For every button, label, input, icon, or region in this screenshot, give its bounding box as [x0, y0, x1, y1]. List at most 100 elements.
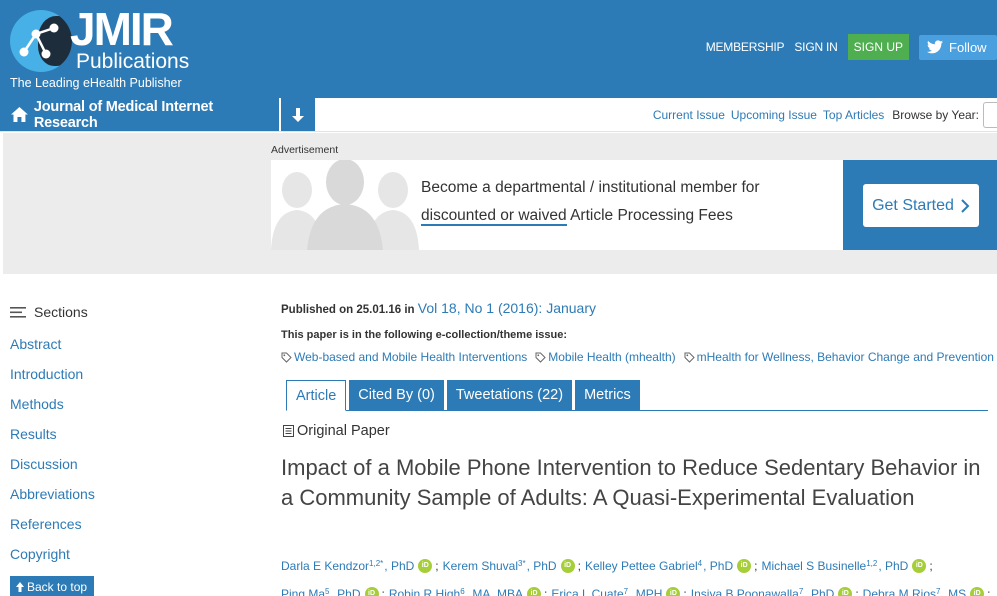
chevron-right-icon	[961, 198, 970, 213]
author-name[interactable]: Erica L Cuate	[551, 587, 623, 596]
tag-icon	[281, 352, 292, 363]
orcid-icon[interactable]: iD	[560, 559, 575, 573]
tab-cited-by[interactable]: Cited By (0)	[349, 380, 444, 410]
journal-bar: Journal of Medical Internet Research Cur…	[0, 98, 997, 132]
collection-tag[interactable]: mHealth for Wellness, Behavior Change an…	[684, 350, 994, 364]
author-affiliation-number[interactable]: 7	[624, 587, 628, 596]
tab-metrics[interactable]: Metrics	[575, 380, 640, 410]
author-name[interactable]: Michael S Businelle	[761, 559, 866, 573]
article-type-label: Original Paper	[297, 423, 390, 439]
author-entry[interactable]: Kelley Pettee Gabriel 4, PhD iD;	[585, 559, 762, 573]
orcid-icon[interactable]: iD	[364, 587, 379, 596]
year-select[interactable]	[983, 101, 997, 128]
logo-subtitle: Publications	[76, 50, 190, 73]
section-link-methods[interactable]: Methods	[10, 396, 64, 412]
author-affiliation-number[interactable]: 7	[799, 587, 803, 596]
author-name[interactable]: Kerem Shuval	[443, 559, 518, 573]
twitter-follow-button[interactable]: Follow	[919, 34, 997, 60]
author-affiliation-number[interactable]: 1,2	[866, 559, 877, 568]
section-link-discussion[interactable]: Discussion	[10, 456, 78, 472]
author-separator: ;	[754, 559, 758, 573]
jmir-logo[interactable]: JMIR Publications The Leading eHealth Pu…	[8, 3, 208, 94]
section-link-references[interactable]: References	[10, 516, 82, 532]
advertisement-banner[interactable]: Become a departmental / institutional me…	[271, 160, 997, 250]
author-affiliation-number[interactable]: 5	[325, 587, 329, 596]
top-nav: MEMBERSHIP SIGN IN SIGN UP Follow	[706, 34, 997, 60]
site-header: JMIR Publications The Leading eHealth Pu…	[0, 0, 997, 98]
journal-dropdown-button[interactable]	[281, 98, 315, 131]
journal-home-link[interactable]: Journal of Medical Internet Research	[0, 98, 279, 131]
tag-icon	[535, 352, 546, 363]
author-degree: , PhD	[804, 587, 835, 596]
section-link-results[interactable]: Results	[10, 426, 57, 442]
author-degree: , PhD	[878, 559, 909, 573]
author-name[interactable]: Debra M Rios	[863, 587, 936, 596]
sections-heading: Sections	[10, 304, 88, 320]
sign-up-button[interactable]: SIGN UP	[847, 34, 909, 60]
author-name[interactable]: Darla E Kendzor	[281, 559, 369, 573]
sections-heading-label: Sections	[34, 304, 88, 320]
orcid-icon[interactable]: iD	[527, 587, 542, 596]
orcid-icon[interactable]: iD	[912, 559, 927, 573]
advertisement-label: Advertisement	[271, 144, 339, 156]
collection-tag[interactable]: Web-based and Mobile Health Intervention…	[281, 350, 527, 364]
ad-line-1: Become a departmental / institutional me…	[421, 179, 760, 196]
author-entry[interactable]: Erica L Cuate 7, MPH iD;	[551, 587, 690, 596]
author-separator: ;	[987, 587, 991, 596]
author-name[interactable]: Ping Ma	[281, 587, 325, 596]
author-degree: , PhD	[703, 559, 734, 573]
author-affiliation-number[interactable]: 6	[460, 587, 464, 596]
collection-tags: Web-based and Mobile Health Intervention…	[281, 350, 997, 364]
twitter-bird-icon	[927, 40, 943, 54]
author-separator: ;	[855, 587, 859, 596]
author-name[interactable]: Insiya B Poonawalla	[691, 587, 799, 596]
collection-label: This paper is in the following e-collect…	[281, 329, 568, 341]
arrow-up-icon	[16, 582, 24, 592]
upcoming-issue-link[interactable]: Upcoming Issue	[731, 108, 817, 122]
article-title: Impact of a Mobile Phone Intervention to…	[281, 455, 981, 510]
arrow-down-icon	[292, 107, 304, 122]
section-link-abstract[interactable]: Abstract	[10, 336, 61, 352]
issue-link[interactable]: Vol 18, No 1 (2016): January	[418, 300, 596, 316]
current-issue-link[interactable]: Current Issue	[653, 108, 725, 122]
author-degree: , PhD	[526, 559, 557, 573]
back-to-top-label: Back to top	[27, 580, 88, 594]
section-link-copyright[interactable]: Copyright	[10, 546, 70, 562]
published-label: Published on 25.01.16 in	[281, 304, 415, 316]
sign-in-link[interactable]: SIGN IN	[794, 40, 837, 54]
author-affiliation-number[interactable]: 3*	[518, 559, 526, 568]
article-tabs: Article Cited By (0) Tweetations (22) Me…	[286, 380, 988, 411]
author-affiliation-number[interactable]: 7	[936, 587, 940, 596]
ad-underlined-text: discounted or waived	[421, 207, 567, 226]
tab-article[interactable]: Article	[286, 380, 347, 411]
author-name[interactable]: Kelley Pettee Gabriel	[585, 559, 698, 573]
author-entry[interactable]: Michael S Businelle 1,2, PhD iD;	[761, 559, 936, 573]
author-entry[interactable]: Ping Ma 5, PhD iD;	[281, 587, 389, 596]
get-started-button[interactable]: Get Started	[863, 184, 979, 227]
orcid-icon[interactable]: iD	[737, 559, 752, 573]
collection-tag[interactable]: Mobile Health (mhealth)	[535, 350, 676, 364]
orcid-icon[interactable]: iD	[666, 587, 681, 596]
back-to-top-button[interactable]: Back to top	[10, 576, 94, 596]
get-started-label: Get Started	[872, 196, 954, 214]
section-link-abbreviations[interactable]: Abbreviations	[10, 486, 95, 502]
author-separator: ;	[929, 559, 933, 573]
orcid-icon[interactable]: iD	[418, 559, 433, 573]
author-entry[interactable]: Darla E Kendzor 1,2*, PhD iD;	[281, 559, 443, 573]
author-entry[interactable]: Insiya B Poonawalla 7, PhD iD;	[691, 587, 863, 596]
author-entry[interactable]: Debra M Rios 7, MS iD;	[863, 587, 995, 596]
orcid-icon[interactable]: iD	[838, 587, 853, 596]
author-separator: ;	[577, 559, 581, 573]
author-affiliation-number[interactable]: 4	[698, 559, 702, 568]
author-entry[interactable]: Kerem Shuval 3*, PhD iD;	[443, 559, 585, 573]
top-articles-link[interactable]: Top Articles	[823, 108, 884, 122]
tab-tweetations[interactable]: Tweetations (22)	[446, 380, 573, 410]
orcid-icon[interactable]: iD	[970, 587, 985, 596]
section-link-introduction[interactable]: Introduction	[10, 366, 83, 382]
membership-link[interactable]: MEMBERSHIP	[706, 40, 785, 54]
author-affiliation-number[interactable]: 1,2*	[369, 559, 383, 568]
collection-tag-label: Mobile Health (mhealth)	[548, 350, 676, 364]
author-name[interactable]: Robin R High	[389, 587, 460, 596]
author-entry[interactable]: Robin R High 6, MA, MBA iD;	[389, 587, 552, 596]
article-type: Original Paper	[283, 423, 390, 439]
